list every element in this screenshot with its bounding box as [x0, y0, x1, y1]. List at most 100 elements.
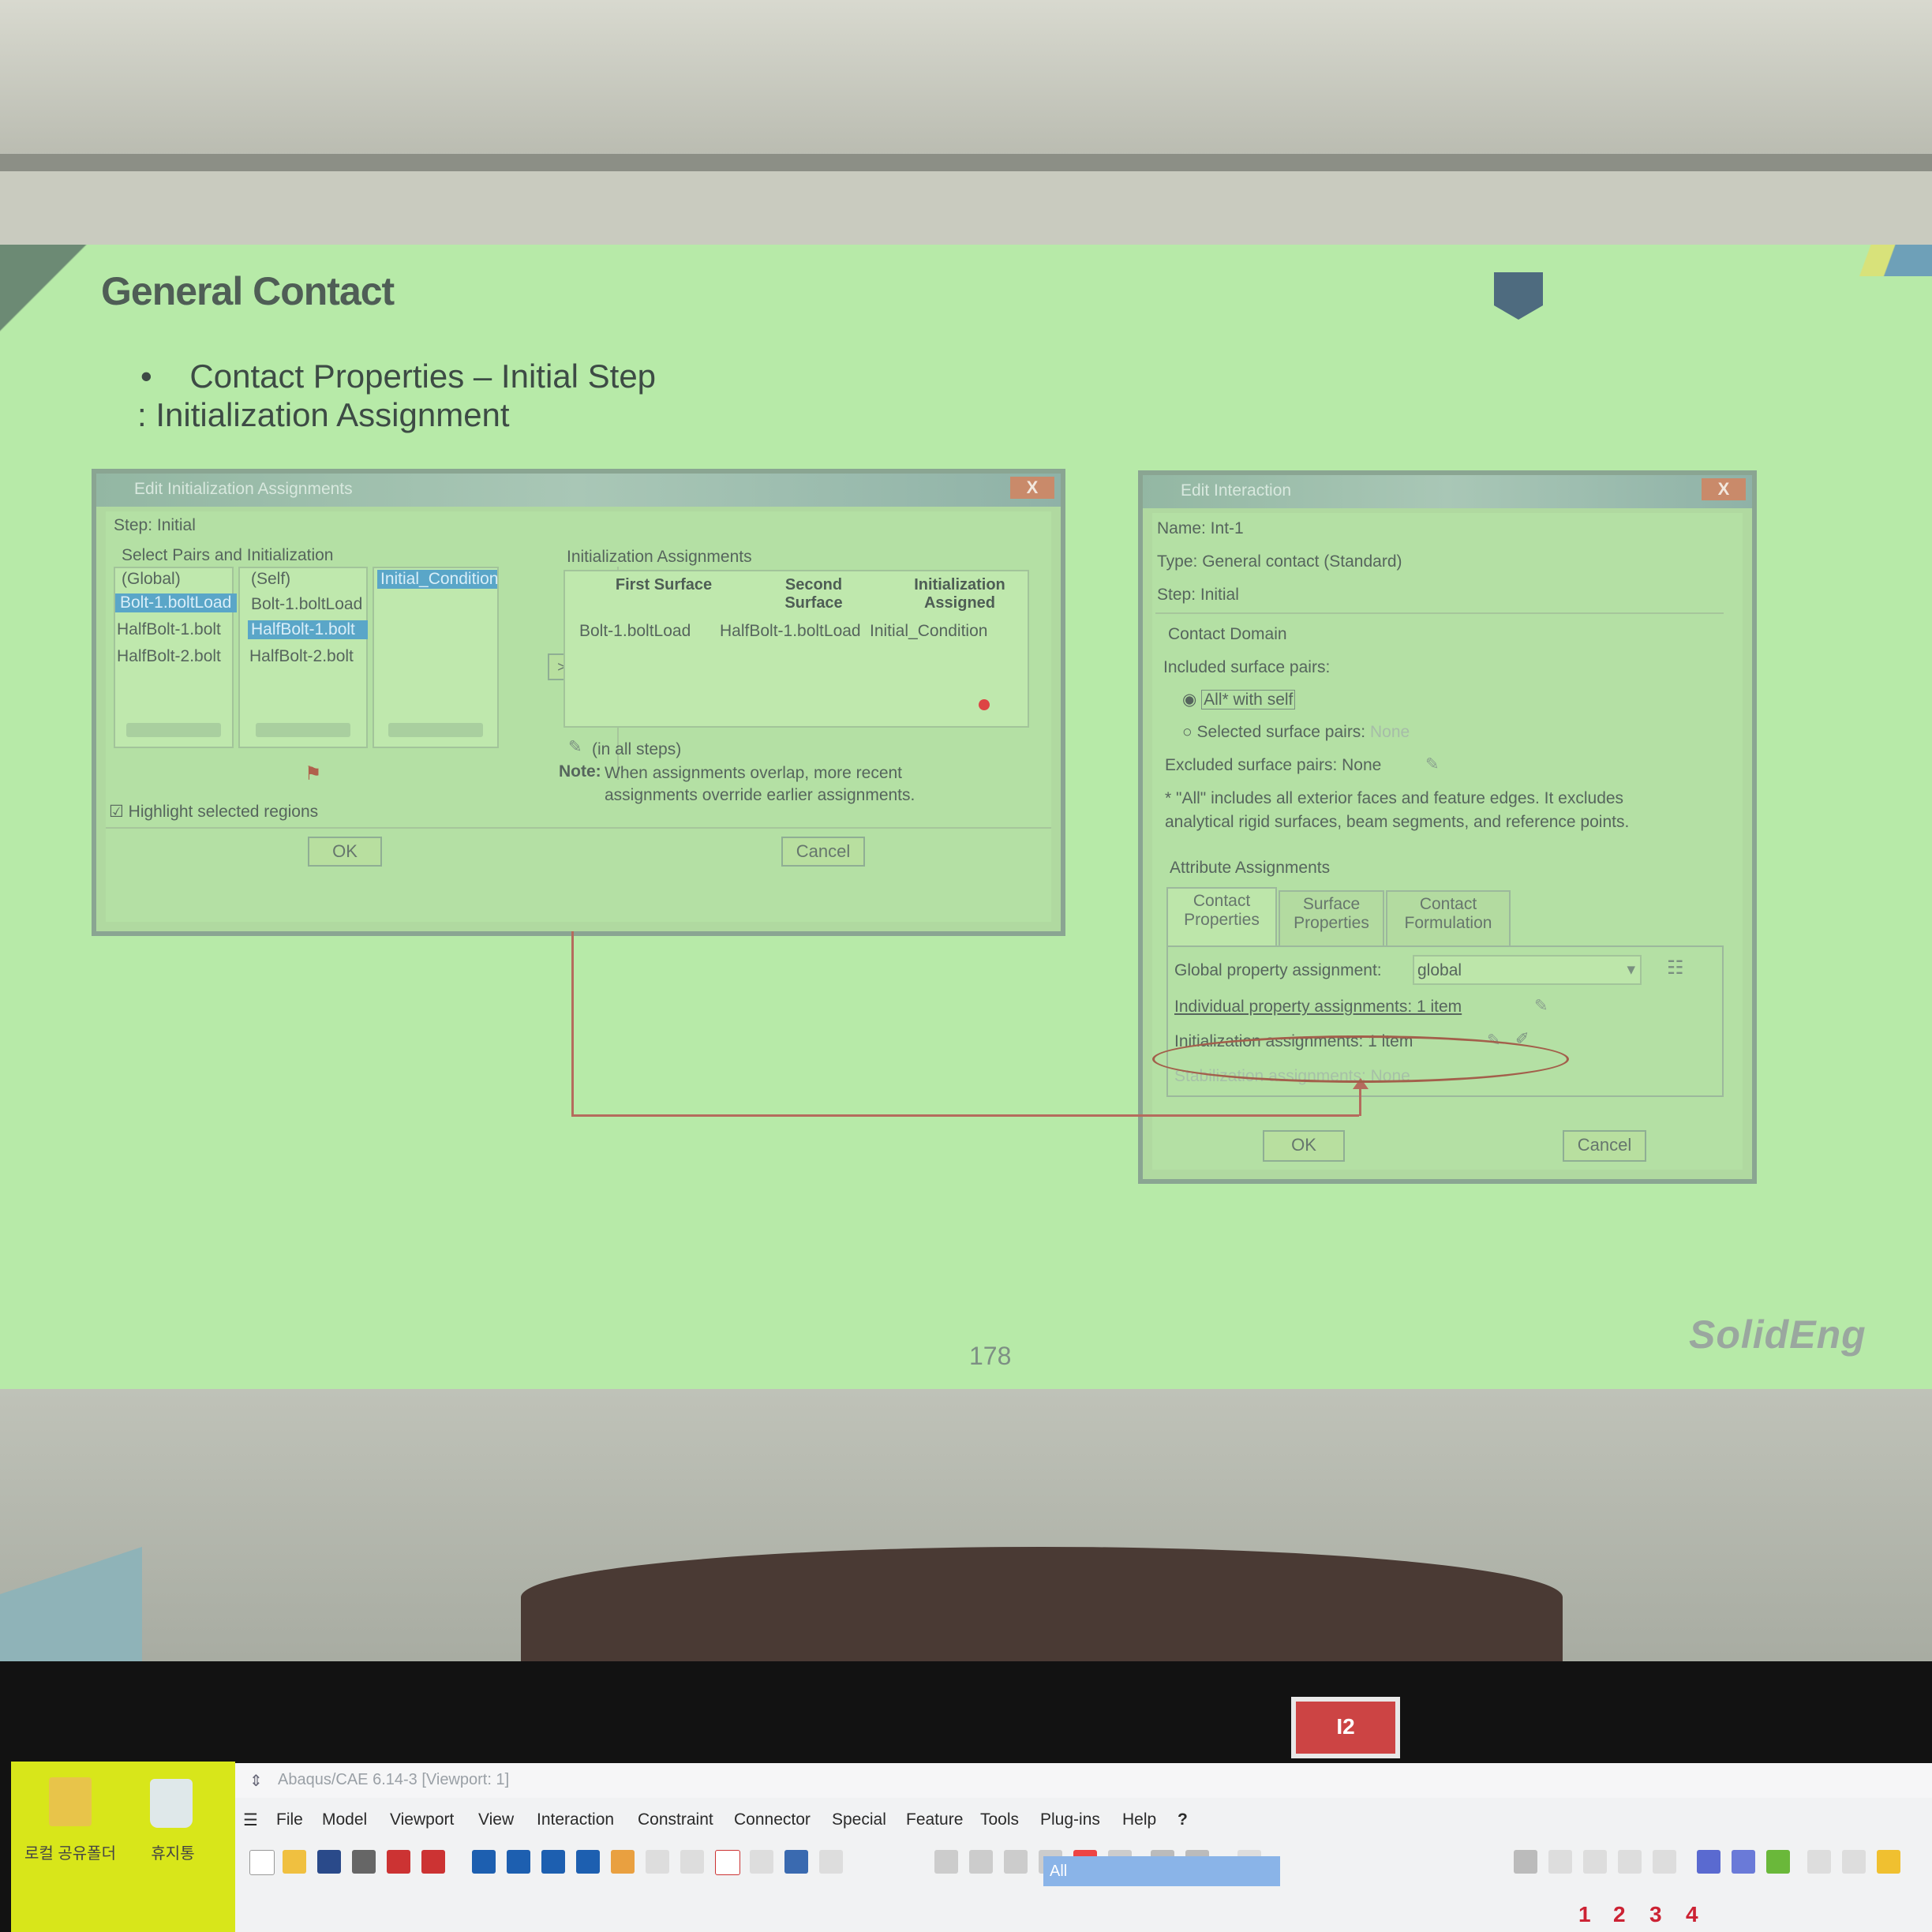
- horizontal-scrollbar[interactable]: [256, 723, 350, 737]
- selected-pairs-radio[interactable]: ○ Selected surface pairs: None: [1182, 723, 1410, 742]
- first-surface-list[interactable]: (Global) Bolt-1.boltLoad HalfBolt-1.bolt…: [114, 567, 237, 748]
- render-style-icon[interactable]: [1697, 1850, 1720, 1874]
- tile-horizontal-icon[interactable]: [541, 1850, 565, 1874]
- menu-file[interactable]: File: [276, 1810, 303, 1829]
- selection-tool-icon[interactable]: [1583, 1850, 1607, 1874]
- annotation-connector: [571, 1114, 1359, 1117]
- table-cell[interactable]: HalfBolt-1.boltLoad: [720, 622, 861, 641]
- menu-connector[interactable]: Connector: [734, 1810, 811, 1829]
- note-text: assignments override earlier assignments…: [605, 786, 915, 804]
- view-cube-icon[interactable]: [1842, 1850, 1866, 1874]
- render-style-icon[interactable]: [1732, 1850, 1755, 1874]
- close-button[interactable]: X: [1010, 477, 1054, 499]
- selection-filter-select[interactable]: All: [1043, 1856, 1280, 1886]
- cancel-button[interactable]: Cancel: [781, 837, 865, 867]
- print-icon[interactable]: [352, 1850, 376, 1874]
- view-3-button[interactable]: 3: [1649, 1902, 1662, 1927]
- menu-model[interactable]: Model: [322, 1810, 367, 1829]
- window-title: Abaqus/CAE 6.14-3 [Viewport: 1]: [278, 1771, 510, 1788]
- pointer-icon[interactable]: [750, 1850, 773, 1874]
- menu-viewport[interactable]: Viewport: [390, 1810, 454, 1829]
- selection-tool-icon[interactable]: [1618, 1850, 1642, 1874]
- folder-icon[interactable]: [49, 1777, 92, 1826]
- pencil-icon[interactable]: ✎: [568, 737, 582, 757]
- view-1-button[interactable]: 1: [1578, 1902, 1591, 1927]
- menu-view[interactable]: View: [478, 1810, 514, 1829]
- view-4-button[interactable]: 4: [1686, 1902, 1698, 1927]
- recycle-bin-icon[interactable]: [150, 1779, 193, 1828]
- list-item[interactable]: (Global): [122, 570, 181, 589]
- flag-icon[interactable]: ⚑: [305, 762, 322, 785]
- app-icon: ⇕: [249, 1773, 263, 1790]
- close-button[interactable]: X: [1702, 478, 1746, 500]
- export-icon[interactable]: [421, 1850, 445, 1874]
- view-cube-icon[interactable]: [1807, 1850, 1831, 1874]
- viewport-icon[interactable]: [472, 1850, 496, 1874]
- menu-interaction[interactable]: Interaction: [537, 1810, 614, 1829]
- second-surface-list[interactable]: (Self) Bolt-1.boltLoad HalfBolt-1.bolt H…: [238, 567, 368, 748]
- list-item[interactable]: HalfBolt-1.bolt: [117, 620, 221, 639]
- list-item-selected[interactable]: HalfBolt-1.bolt: [248, 620, 368, 639]
- table-cell[interactable]: Initial_Condition: [870, 622, 987, 641]
- view-cube-icon[interactable]: [1877, 1850, 1900, 1874]
- ok-button[interactable]: OK: [1263, 1130, 1345, 1162]
- selection-tool-icon[interactable]: [1548, 1850, 1572, 1874]
- horizontal-scrollbar[interactable]: [126, 723, 221, 737]
- selection-tool-icon[interactable]: [1514, 1850, 1537, 1874]
- text-icon[interactable]: [715, 1850, 740, 1875]
- initialization-list[interactable]: Initial_Condition: [373, 567, 499, 748]
- view-2-button[interactable]: 2: [1613, 1902, 1626, 1927]
- desktop-icon-label[interactable]: 휴지통: [129, 1840, 216, 1863]
- render-style-icon[interactable]: [1766, 1850, 1790, 1874]
- tile-vertical-icon[interactable]: [576, 1850, 600, 1874]
- edit-icon[interactable]: ✎: [1534, 996, 1548, 1016]
- bullet-marker: •: [140, 358, 152, 395]
- list-item[interactable]: (Self): [251, 570, 290, 589]
- note-text: When assignments overlap, more recent: [605, 764, 903, 782]
- tab-contact-properties[interactable]: Contact Properties: [1166, 887, 1277, 947]
- assignments-table[interactable]: First Surface Second Surface Initializat…: [564, 570, 1029, 728]
- list-item-selected[interactable]: Bolt-1.boltLoad: [115, 593, 237, 612]
- menu-tools[interactable]: Tools: [980, 1810, 1019, 1829]
- open-icon[interactable]: [283, 1850, 306, 1874]
- list-item-selected[interactable]: Initial_Condition: [377, 570, 498, 589]
- list-icon[interactable]: [819, 1850, 843, 1874]
- cascade-icon[interactable]: [507, 1850, 530, 1874]
- rotate-icon[interactable]: [969, 1850, 993, 1874]
- line-icon[interactable]: [680, 1850, 704, 1874]
- query-icon[interactable]: [646, 1850, 669, 1874]
- tab-contact-formulation[interactable]: Contact Formulation: [1386, 890, 1511, 947]
- menu-special[interactable]: Special: [832, 1810, 886, 1829]
- desktop-icon-label[interactable]: 로컬 공유폴더: [19, 1840, 122, 1863]
- cancel-button[interactable]: Cancel: [1563, 1130, 1646, 1162]
- manager-icon[interactable]: ☷: [1667, 957, 1684, 979]
- ok-button[interactable]: OK: [308, 837, 382, 867]
- table-icon[interactable]: [784, 1850, 808, 1874]
- save-icon[interactable]: [317, 1850, 341, 1874]
- selection-tool-icon[interactable]: [1653, 1850, 1676, 1874]
- context-help-icon[interactable]: ?: [1178, 1810, 1188, 1829]
- all-with-self-radio[interactable]: ◉ All* with self: [1182, 690, 1296, 710]
- window-titlebar[interactable]: ⇕ Abaqus/CAE 6.14-3 [Viewport: 1]: [235, 1763, 1932, 1798]
- new-file-icon[interactable]: [249, 1850, 275, 1875]
- list-item[interactable]: HalfBolt-2.bolt: [249, 647, 354, 666]
- menu-icon[interactable]: ☰: [243, 1810, 258, 1830]
- list-item[interactable]: Bolt-1.boltLoad: [251, 595, 362, 614]
- edit-icon[interactable]: ✎: [1425, 754, 1440, 774]
- menu-help[interactable]: Help: [1122, 1810, 1156, 1829]
- menu-constraint[interactable]: Constraint: [638, 1810, 713, 1829]
- table-cell[interactable]: Bolt-1.boltLoad: [579, 622, 691, 641]
- tab-surface-properties[interactable]: Surface Properties: [1279, 890, 1384, 947]
- horizontal-scrollbar[interactable]: [388, 723, 483, 737]
- camera-icon[interactable]: [611, 1850, 635, 1874]
- highlight-regions-checkbox[interactable]: ☑ Highlight selected regions: [109, 802, 318, 822]
- zoom-icon[interactable]: [1004, 1850, 1028, 1874]
- dialog-titlebar[interactable]: Edit Interaction X: [1143, 475, 1752, 508]
- dialog-titlebar[interactable]: Edit Initialization Assignments X: [96, 474, 1061, 507]
- pan-icon[interactable]: [934, 1850, 958, 1874]
- import-icon[interactable]: [387, 1850, 410, 1874]
- menu-plug-ins[interactable]: Plug-ins: [1040, 1810, 1100, 1829]
- menu-feature[interactable]: Feature: [906, 1810, 963, 1829]
- global-property-select[interactable]: global ▾: [1413, 955, 1642, 985]
- list-item[interactable]: HalfBolt-2.bolt: [117, 647, 221, 666]
